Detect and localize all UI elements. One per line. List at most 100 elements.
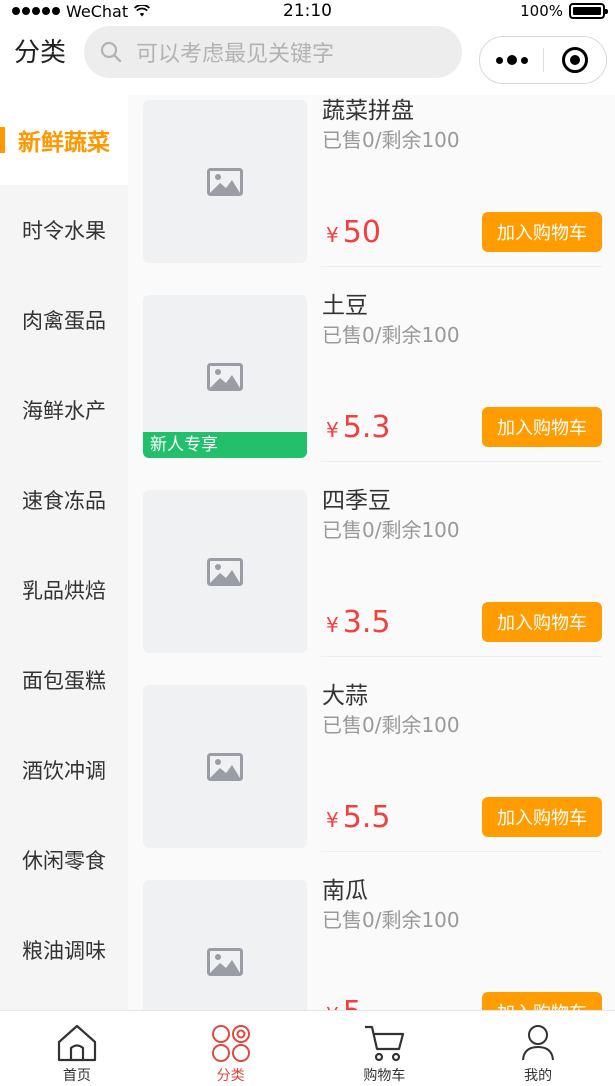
product-name: 南瓜 [322, 878, 368, 904]
nav-bar: 分类 可以考虑最见关键字 [0, 22, 615, 86]
category-label: 酒饮冲调 [22, 759, 106, 783]
product-image[interactable] [143, 685, 307, 848]
product-price: ¥3.5 [326, 603, 390, 647]
category-item-seasonal-fruit[interactable]: 时令水果 [0, 185, 128, 275]
search-placeholder: 可以考虑最见关键字 [136, 42, 335, 67]
add-to-cart-button[interactable]: 加入购物车 [482, 797, 602, 837]
product-stock: 已售0/剩余100 [322, 323, 460, 347]
product-price: ¥50 [326, 213, 381, 257]
product-stock: 已售0/剩余100 [322, 713, 460, 737]
category-item-meat-eggs[interactable]: 肉禽蛋品 [0, 275, 128, 365]
search-icon [100, 41, 122, 63]
image-placeholder-icon [207, 557, 243, 586]
product-card[interactable]: 四季豆 已售0/剩余100 ¥3.5 加入购物车 [128, 485, 615, 680]
category-item-dairy-baking[interactable]: 乳品烘焙 [0, 545, 128, 635]
image-placeholder-icon [207, 947, 243, 976]
dot-icon [520, 56, 528, 64]
price-value: 5.5 [342, 800, 391, 835]
product-card[interactable]: 大蒜 已售0/剩余100 ¥5.5 加入购物车 [128, 680, 615, 875]
product-card[interactable]: 南瓜 已售0/剩余100 ¥5 加入购物车 [128, 875, 615, 1010]
currency-symbol: ¥ [326, 223, 339, 247]
product-stock: 已售0/剩余100 [322, 128, 460, 152]
image-placeholder-icon [207, 362, 243, 391]
newbie-tag: 新人专享 [143, 432, 307, 458]
add-to-cart-button[interactable]: 加入购物车 [482, 407, 602, 447]
tab-label: 首页 [62, 1068, 91, 1084]
divider [321, 851, 602, 852]
product-name: 四季豆 [322, 488, 391, 514]
currency-symbol: ¥ [326, 613, 339, 637]
tab-label: 我的 [524, 1068, 553, 1084]
tab-label: 分类 [216, 1068, 245, 1084]
category-item-frozen-food[interactable]: 速食冻品 [0, 455, 128, 545]
product-image[interactable] [143, 880, 307, 1010]
page-title: 分类 [14, 38, 67, 68]
currency-symbol: ¥ [326, 808, 339, 832]
more-menu-button[interactable] [480, 36, 543, 84]
product-name: 土豆 [322, 293, 368, 319]
tab-label: 购物车 [363, 1068, 406, 1084]
dot-icon [495, 56, 503, 64]
category-label: 面包蛋糕 [22, 669, 106, 693]
close-mini-program-button[interactable] [544, 36, 606, 84]
product-stock: 已售0/剩余100 [322, 518, 460, 542]
price-value: 5 [343, 995, 362, 1010]
price-value: 50 [342, 215, 381, 250]
tab-mine[interactable]: 我的 [461, 1011, 615, 1086]
divider [321, 461, 602, 462]
product-image[interactable] [143, 100, 307, 263]
dot-icon [506, 55, 517, 65]
price-value: 5.3 [342, 410, 391, 445]
add-to-cart-button[interactable]: 加入购物车 [482, 992, 602, 1010]
product-name: 蔬菜拼盘 [322, 98, 414, 124]
add-to-cart-button[interactable]: 加入购物车 [482, 212, 602, 252]
tab-category[interactable]: 分类 [154, 1011, 308, 1086]
currency-symbol: ¥ [326, 418, 339, 442]
category-label: 速食冻品 [22, 489, 106, 513]
home-icon [56, 1023, 98, 1063]
user-icon [517, 1023, 559, 1063]
category-item-snacks[interactable]: 休闲零食 [0, 815, 128, 905]
product-price: ¥5 [326, 993, 362, 1010]
product-image[interactable]: 新人专享 [143, 295, 307, 458]
tab-bar: 首页 分类 购物车 我的 [0, 1010, 615, 1086]
battery-icon [569, 3, 608, 19]
tab-cart[interactable]: 购物车 [308, 1011, 462, 1086]
image-placeholder-icon [207, 167, 243, 196]
category-label: 新鲜蔬菜 [18, 130, 110, 156]
search-input[interactable]: 可以考虑最见关键字 [84, 26, 462, 78]
category-label: 肉禽蛋品 [22, 309, 106, 333]
product-name: 大蒜 [322, 683, 368, 709]
category-item-drinks[interactable]: 酒饮冲调 [0, 725, 128, 815]
product-price: ¥5.3 [326, 408, 390, 452]
product-stock: 已售0/剩余100 [322, 908, 460, 932]
product-image[interactable] [143, 490, 307, 653]
divider [321, 266, 602, 267]
category-label: 乳品烘焙 [22, 579, 106, 603]
add-to-cart-button[interactable]: 加入购物车 [482, 602, 602, 642]
category-label: 时令水果 [22, 219, 106, 243]
status-bar: WeChat 21:10 100% [0, 0, 615, 22]
currency-symbol: ¥ [326, 1003, 339, 1010]
category-item-seafood[interactable]: 海鲜水产 [0, 365, 128, 455]
target-icon [561, 47, 588, 73]
product-price: ¥5.5 [326, 798, 390, 842]
category-item-bread-cake[interactable]: 面包蛋糕 [0, 635, 128, 725]
image-placeholder-icon [207, 752, 243, 781]
divider [321, 656, 602, 657]
category-label: 粮油调味 [22, 939, 106, 963]
product-list[interactable]: 蔬菜拼盘 已售0/剩余100 ¥50 加入购物车 新人专享 土豆 已售0/剩余1… [128, 95, 615, 1010]
battery-percent: 100% [520, 2, 563, 20]
product-card[interactable]: 新人专享 土豆 已售0/剩余100 ¥5.3 加入购物车 [128, 290, 615, 485]
tab-home[interactable]: 首页 [0, 1011, 154, 1086]
category-item-fresh-vegetables[interactable]: 新鲜蔬菜 [0, 95, 128, 185]
price-value: 3.5 [342, 605, 391, 640]
category-label: 休闲零食 [22, 849, 106, 873]
cart-icon [363, 1023, 405, 1063]
status-right: 100% [520, 0, 608, 22]
category-label: 海鲜水产 [22, 399, 106, 423]
category-icon [210, 1023, 252, 1063]
product-card[interactable]: 蔬菜拼盘 已售0/剩余100 ¥50 加入购物车 [128, 95, 615, 290]
category-item-grain-oil[interactable]: 粮油调味 [0, 905, 128, 995]
category-sidebar: 新鲜蔬菜 时令水果 肉禽蛋品 海鲜水产 速食冻品 乳品烘焙 面包蛋糕 酒饮冲调 … [0, 95, 128, 1010]
